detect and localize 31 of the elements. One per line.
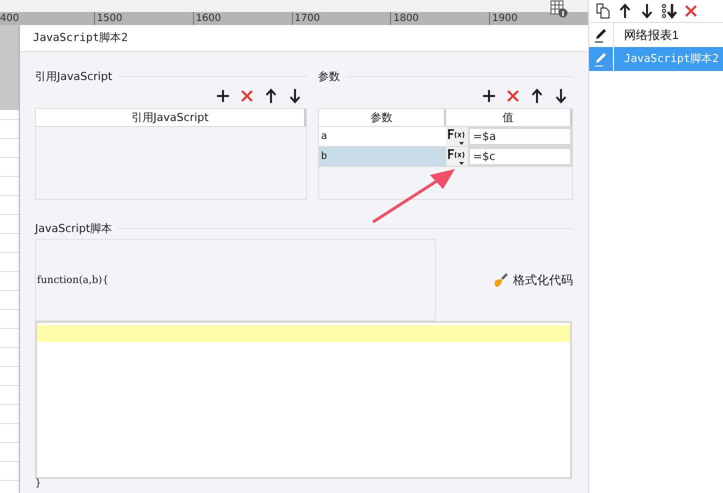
section-title: JavaScript脚本 [35, 220, 112, 236]
section-title: 引用JavaScript [35, 68, 112, 84]
code-header: function(a,b){ [35, 239, 436, 321]
up-arrow-icon[interactable] [263, 88, 279, 104]
pencil-icon [593, 51, 609, 67]
code-footer: } [35, 479, 573, 489]
down-arrow-icon[interactable] [639, 3, 655, 19]
down-arrow-icon[interactable] [287, 88, 303, 104]
pencil-icon [593, 27, 609, 43]
format-code-button[interactable]: 格式化代码 [493, 272, 573, 288]
table-cell[interactable]: b [319, 147, 446, 166]
column-header: 引用JavaScript [36, 109, 306, 126]
ruler-label: 400 [0, 12, 20, 25]
dialog-title: JavaScript脚本2 [20, 25, 588, 52]
table-cell[interactable]: a [319, 127, 446, 146]
value-field[interactable]: =$a [468, 127, 572, 146]
copy-icon[interactable] [595, 3, 611, 19]
broom-icon [493, 272, 509, 288]
add-icon[interactable] [481, 88, 497, 104]
up-arrow-icon[interactable] [617, 3, 633, 19]
delete-icon[interactable] [239, 88, 255, 104]
formula-button[interactable] [446, 147, 468, 166]
delete-icon[interactable] [683, 3, 699, 19]
up-arrow-icon[interactable] [529, 88, 545, 104]
delete-icon[interactable] [505, 88, 521, 104]
add-icon[interactable] [215, 88, 231, 104]
section-title: 参数 [318, 68, 340, 84]
move-bottom-icon[interactable] [661, 3, 677, 19]
down-arrow-icon[interactable] [553, 88, 569, 104]
value-field[interactable]: =$c [468, 147, 572, 166]
formula-button[interactable] [446, 127, 468, 146]
